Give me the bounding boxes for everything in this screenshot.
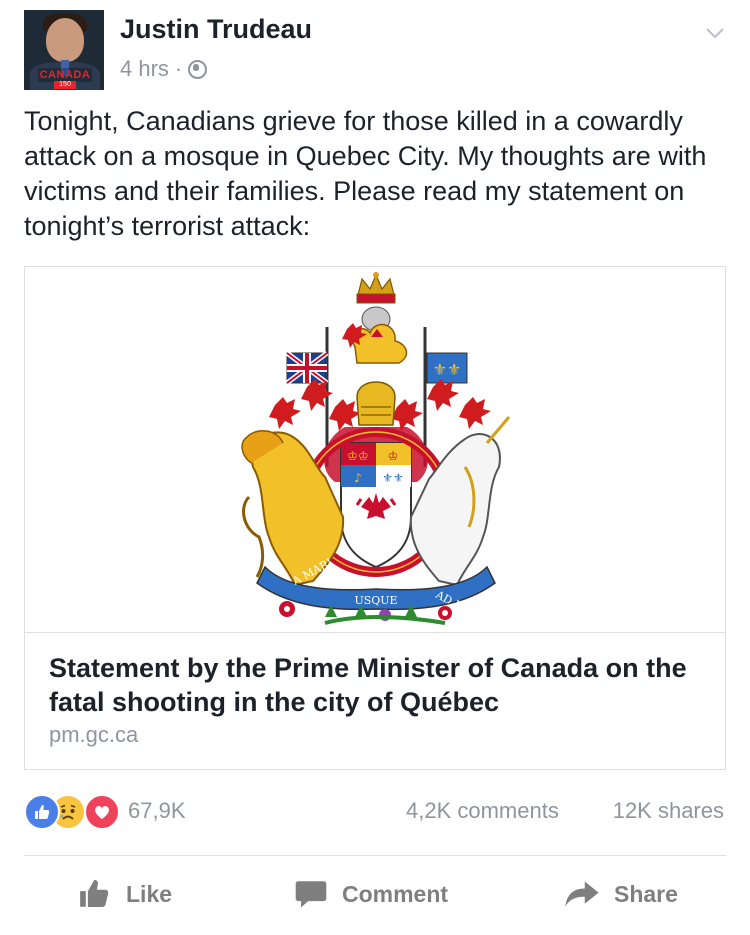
svg-text:⚜⚜: ⚜⚜ bbox=[382, 471, 404, 485]
like-button[interactable]: Like bbox=[78, 864, 172, 924]
link-title[interactable]: Statement by the Prime Minister of Canad… bbox=[49, 651, 709, 719]
post-header: CANADA 150 Justin Trudeau 4 hrs · bbox=[24, 10, 734, 90]
link-domain: pm.gc.ca bbox=[49, 722, 139, 747]
comment-button[interactable]: Comment bbox=[294, 864, 448, 924]
svg-text:♪: ♪ bbox=[354, 471, 362, 485]
globe-icon bbox=[188, 59, 208, 79]
comments-count[interactable]: 4,2K comments bbox=[406, 798, 559, 824]
share-label: Share bbox=[614, 880, 678, 907]
love-icon bbox=[84, 794, 120, 830]
author-avatar[interactable]: CANADA 150 bbox=[24, 10, 104, 90]
link-preview-card[interactable]: ⚜⚜ ♔♔ ♔ ♪ ⚜⚜ A MARI USQUE AD MARE Statem… bbox=[24, 266, 726, 770]
reactions-bar: 67,9K 4,2K comments 12K shares bbox=[24, 790, 726, 834]
chevron-down-icon[interactable] bbox=[704, 22, 726, 44]
actions-divider bbox=[24, 855, 726, 856]
meta-separator: · bbox=[174, 56, 183, 81]
post-time[interactable]: 4 hrs bbox=[120, 56, 169, 82]
reaction-count[interactable]: 67,9K bbox=[128, 798, 186, 824]
post-meta: 4 hrs · bbox=[120, 56, 208, 82]
comment-icon bbox=[295, 881, 327, 908]
thumbs-up-icon bbox=[80, 879, 109, 908]
share-button[interactable]: Share bbox=[564, 864, 678, 924]
like-label: Like bbox=[126, 880, 173, 907]
svg-text:♔♔: ♔♔ bbox=[347, 449, 369, 463]
author-name[interactable]: Justin Trudeau bbox=[120, 14, 312, 45]
post-text: Tonight, Canadians grieve for those kill… bbox=[24, 106, 707, 241]
reaction-icons[interactable] bbox=[24, 794, 124, 830]
motto-center: USQUE bbox=[354, 594, 397, 607]
avatar-badge: CANADA bbox=[38, 68, 92, 82]
coat-of-arms-image: ⚜⚜ ♔♔ ♔ ♪ ⚜⚜ A MARI USQUE AD MARE bbox=[241, 272, 511, 626]
post-actions: Like Comment Share bbox=[24, 864, 726, 924]
comment-label: Comment bbox=[342, 880, 449, 907]
avatar-face bbox=[46, 18, 84, 62]
like-icon bbox=[24, 794, 60, 830]
svg-text:⚜⚜: ⚜⚜ bbox=[433, 360, 462, 379]
avatar-badge-sub: 150 bbox=[54, 81, 76, 89]
svg-text:♔: ♔ bbox=[388, 449, 399, 463]
shares-count[interactable]: 12K shares bbox=[613, 798, 724, 824]
link-preview-image: ⚜⚜ ♔♔ ♔ ♪ ⚜⚜ A MARI USQUE AD MARE bbox=[25, 267, 725, 633]
share-arrow-icon bbox=[565, 881, 599, 907]
